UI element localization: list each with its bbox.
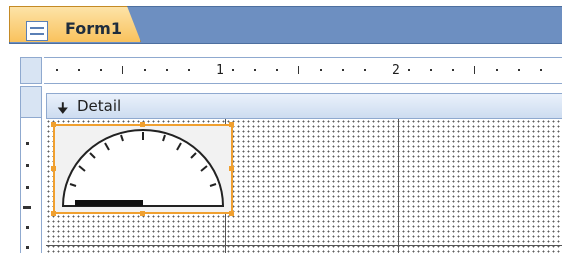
tab-form1[interactable]: Form1 [9,6,141,42]
selection-handle[interactable] [51,166,56,171]
detail-section-header[interactable]: 🠋 Detail [46,93,562,119]
selection-handle[interactable] [229,122,234,127]
form-icon [26,21,48,41]
selection-handle[interactable] [51,211,56,216]
horizontal-ruler[interactable]: 1 2 [44,57,562,84]
grid-line [46,245,562,246]
vertical-ruler-tick [26,142,29,145]
selection-handle[interactable] [229,211,234,216]
gauge-icon [61,129,225,207]
document-tab-bar: Form1 [0,0,562,48]
vertical-ruler-tick [26,164,29,167]
ruler-corner-selector[interactable] [20,57,42,84]
vertical-ruler-tick [26,246,29,249]
selection-handle[interactable] [51,122,56,127]
selection-handle[interactable] [229,166,234,171]
detail-section-label: Detail [77,97,122,115]
ruler-mark-2: 2 [392,63,400,78]
selection-handle[interactable] [140,211,145,216]
selection-handle[interactable] [140,122,145,127]
vertical-ruler-tick [26,186,29,189]
vertical-ruler-tick [23,206,31,209]
ruler-ticks [56,66,542,74]
gauge-control[interactable] [53,124,233,214]
ruler-mark-1: 1 [216,63,224,78]
vertical-ruler-tick [26,226,29,229]
section-selector[interactable] [20,86,42,118]
form-design-window: Form1 1 2 🠋 Detail [0,0,562,253]
grid-line [398,119,399,253]
tab-label: Form1 [65,19,122,38]
